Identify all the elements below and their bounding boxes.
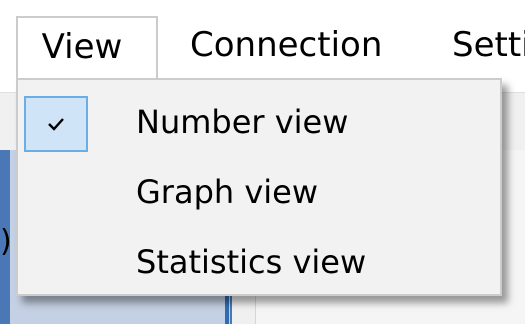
menu-item-label: Number view bbox=[136, 103, 349, 141]
menu-item-statistics-view[interactable]: Statistics view bbox=[18, 228, 500, 298]
view-dropdown-menu: Number view Graph view Statistics view bbox=[16, 78, 502, 296]
menu-item-graph-view[interactable]: Graph view bbox=[18, 158, 500, 228]
menu-item-number-view[interactable]: Number view bbox=[18, 88, 500, 158]
menu-settings[interactable]: Setti bbox=[452, 16, 525, 76]
menu-connection[interactable]: Connection bbox=[190, 16, 382, 76]
checkmark-icon bbox=[48, 118, 64, 131]
menu-view[interactable]: View bbox=[16, 16, 158, 80]
menu-item-label: Statistics view bbox=[136, 243, 367, 281]
checkmark-highlight bbox=[24, 96, 88, 152]
partial-glyph: ) bbox=[0, 222, 10, 262]
menu-item-label: Graph view bbox=[136, 173, 319, 211]
